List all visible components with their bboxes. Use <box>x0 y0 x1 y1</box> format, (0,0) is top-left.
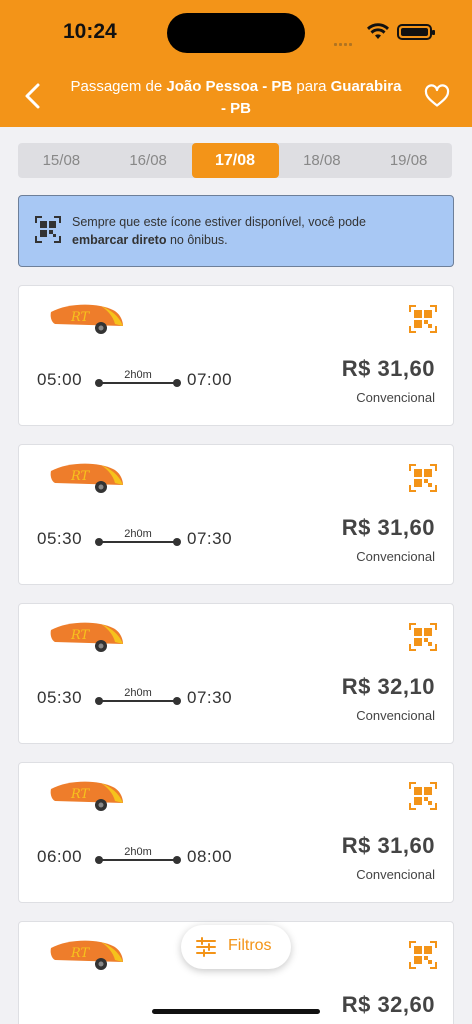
title-prefix: Passagem de <box>70 78 167 95</box>
route-line <box>95 379 181 387</box>
departure-time: 05:30 <box>37 688 83 707</box>
departure-time: 05:30 <box>37 529 83 548</box>
service-class: Convencional <box>356 867 435 882</box>
qr-code-icon <box>409 464 437 492</box>
battery-icon <box>397 24 435 40</box>
service-class: Convencional <box>356 390 435 405</box>
trip-duration: 2h0m <box>124 687 152 699</box>
bus-company-logo: RT <box>49 461 125 497</box>
info-text: Sempre que este ícone estiver disponível… <box>72 213 442 249</box>
title-middle: para <box>292 78 331 95</box>
arrival-time: 08:00 <box>187 847 233 866</box>
route-line <box>95 538 181 546</box>
trip-duration: 2h0m <box>124 528 152 540</box>
filter-button[interactable]: Filtros <box>181 925 291 969</box>
info-line1: Sempre que este ícone estiver disponível… <box>72 215 366 229</box>
date-tab[interactable]: 16/08 <box>105 143 192 178</box>
sliders-icon <box>196 937 216 957</box>
board-direct-info-banner: Sempre que este ícone estiver disponível… <box>18 195 454 267</box>
filter-label: Filtros <box>228 937 272 954</box>
trip-card[interactable]: RT 05:30 2h0m 07:30 R$ 32,10 Convencional <box>18 603 454 744</box>
date-tab-selected[interactable]: 17/08 <box>191 143 279 178</box>
dynamic-island <box>167 13 305 53</box>
bus-company-logo: RT <box>49 302 125 338</box>
svg-text:RT: RT <box>70 469 91 484</box>
status-time: 10:24 <box>63 20 117 43</box>
signal-icon <box>334 33 354 51</box>
ticket-price: R$ 32,60 <box>341 992 435 1017</box>
service-class: Convencional <box>356 708 435 723</box>
trip-card[interactable]: RT 06:00 2h0m 08:00 R$ 31,60 Convencional <box>18 762 454 903</box>
bus-company-logo: RT <box>49 779 125 815</box>
route-line <box>95 697 181 705</box>
info-bold: embarcar direto <box>72 233 167 247</box>
date-tab[interactable]: 18/08 <box>279 143 366 178</box>
ticket-price: R$ 32,10 <box>341 674 435 699</box>
date-selector: 15/08 16/08 17/08 18/08 19/08 <box>18 143 452 178</box>
ticket-price: R$ 31,60 <box>341 833 435 858</box>
date-tab[interactable]: 19/08 <box>365 143 452 178</box>
svg-text:RT: RT <box>70 946 91 961</box>
qr-code-icon <box>35 216 61 243</box>
svg-text:RT: RT <box>70 628 91 643</box>
back-chevron-icon[interactable] <box>18 80 46 112</box>
qr-code-icon <box>409 305 437 333</box>
wifi-icon <box>367 23 389 39</box>
bus-company-logo: RT <box>49 620 125 656</box>
qr-code-icon <box>409 782 437 810</box>
ticket-price: R$ 31,60 <box>341 356 435 381</box>
page-title: Passagem de João Pessoa - PB para Guarab… <box>70 76 402 120</box>
title-origin: João Pessoa - PB <box>166 78 293 95</box>
trip-card[interactable]: RT 05:30 2h0m 07:30 R$ 31,60 Convencional <box>18 444 454 585</box>
svg-text:RT: RT <box>70 310 91 325</box>
bus-company-logo: RT <box>49 938 125 974</box>
arrival-time: 07:00 <box>187 370 233 389</box>
arrival-time: 07:30 <box>187 529 233 548</box>
departure-time: 05:00 <box>37 370 83 389</box>
trip-card[interactable]: RT 05:00 2h0m 07:00 R$ 31,60 Convencional <box>18 285 454 426</box>
svg-text:RT: RT <box>70 787 91 802</box>
heart-icon[interactable] <box>424 84 450 108</box>
date-tab[interactable]: 15/08 <box>18 143 105 178</box>
trip-duration: 2h0m <box>124 846 152 858</box>
ticket-price: R$ 31,60 <box>341 515 435 540</box>
service-class: Convencional <box>356 549 435 564</box>
qr-code-icon <box>409 941 437 969</box>
route-line <box>95 856 181 864</box>
departure-time: 06:00 <box>37 847 83 866</box>
header: 10:24 Passagem de João Pessoa - PB para … <box>0 0 472 127</box>
info-line2: no ônibus. <box>166 233 228 247</box>
arrival-time: 07:30 <box>187 688 233 707</box>
home-indicator <box>152 1009 320 1014</box>
qr-code-icon <box>409 623 437 651</box>
trip-duration: 2h0m <box>124 369 152 381</box>
